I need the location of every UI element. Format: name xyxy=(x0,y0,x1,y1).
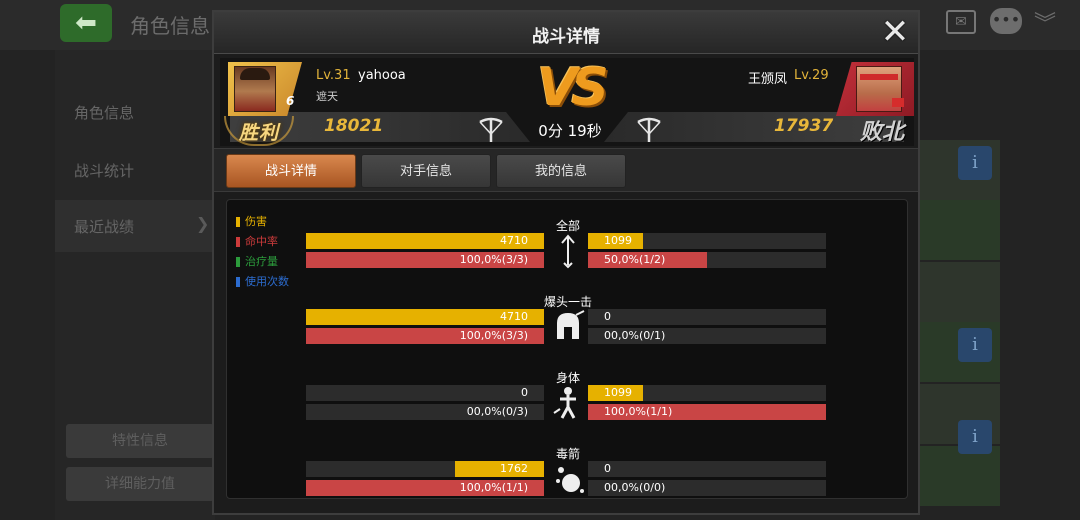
player-damage-bar-track: 4710 xyxy=(306,233,544,249)
mail-icon[interactable]: ✉ xyxy=(946,10,976,34)
player-avatar-hair xyxy=(240,68,270,80)
arrow-left-icon: ⬅ xyxy=(75,8,97,38)
victory-badge: 胜利 xyxy=(238,122,279,144)
opponent-hit-rate-bar-label: 50,0%(1/2) xyxy=(604,253,666,266)
player-damage-bar-track: 4710 xyxy=(306,309,544,325)
player-damage-bar-label: 4710 xyxy=(500,310,528,323)
opponent-hit-rate-bar-track: 50,0%(1/2) xyxy=(588,252,826,268)
poison-icon xyxy=(556,467,584,493)
opponent-damage-bar-label: 0 xyxy=(604,310,611,323)
background-record-row xyxy=(918,262,1000,322)
opponent-damage-bar-track: 1099 xyxy=(588,233,826,249)
collapse-chevron-icon[interactable]: ︾ xyxy=(1034,6,1056,38)
legend-item-healing: 治疗量 xyxy=(236,252,289,272)
crossbow-icon xyxy=(637,117,661,142)
player-damage-bar-track: 1762 xyxy=(306,461,544,477)
tab-opponent-info[interactable]: 对手信息 xyxy=(361,154,491,188)
legend-swatch xyxy=(236,217,240,227)
opponent-hit-rate-bar-track: 00,0%(0/0) xyxy=(588,480,826,496)
back-button[interactable]: ⬅ xyxy=(60,4,112,42)
versus-logo: VS xyxy=(537,58,609,118)
player-hit-rate-bar-label: 00,0%(0/3) xyxy=(466,405,528,418)
info-icon[interactable]: i xyxy=(958,420,992,454)
background-record-row xyxy=(918,446,1000,506)
player-damage-bar-label: 1762 xyxy=(500,462,528,475)
background-page-title: 角色信息 xyxy=(130,14,210,38)
legend-swatch xyxy=(236,257,240,267)
player-guild: 遮天 xyxy=(316,90,338,103)
opponent-damage-bar-label: 1099 xyxy=(604,386,632,399)
chat-icon[interactable]: ••• xyxy=(990,8,1022,34)
player-hit-rate-bar-track: 00,0%(0/3) xyxy=(306,404,544,420)
player-hit-rate-bar-label: 100,0%(3/3) xyxy=(459,329,528,342)
sidebar-item-role-info[interactable]: 角色信息 xyxy=(74,102,134,123)
opponent-damage-bar-label: 0 xyxy=(604,462,611,475)
legend-swatch xyxy=(236,237,240,247)
player-power: 18021 xyxy=(324,116,384,136)
opponent-power: 17937 xyxy=(774,116,834,136)
player-hit-rate-bar-track: 100,0%(3/3) xyxy=(306,328,544,344)
opponent-damage-bar-track: 0 xyxy=(588,309,826,325)
opponent-level: Lv.29 xyxy=(794,68,829,83)
player-damage-bar-track: 0 xyxy=(306,385,544,401)
player-hit-rate-bar-track: 100,0%(3/3) xyxy=(306,252,544,268)
legend-label: 命中率 xyxy=(245,235,278,248)
tab-my-info[interactable]: 我的信息 xyxy=(496,154,626,188)
opponent-hit-rate-bar-label: 00,0%(0/1) xyxy=(604,329,666,342)
opponent-hit-rate-bar-track: 00,0%(0/1) xyxy=(588,328,826,344)
player-hit-rate-bar-label: 100,0%(3/3) xyxy=(459,253,528,266)
opponent-hit-rate-bar-track: 100,0%(1/1) xyxy=(588,404,826,420)
opponent-hit-rate-bar-label: 100,0%(1/1) xyxy=(604,405,673,418)
opponent-damage-bar-track: 1099 xyxy=(588,385,826,401)
legend-label: 治疗量 xyxy=(245,255,278,268)
versus-panel: 6 胜利 Lv.31 yahooa 遮天 18021 VS 0分 19秒 王颁凤 xyxy=(220,58,914,146)
close-icon[interactable]: ✕ xyxy=(878,15,912,50)
background-record-row xyxy=(918,200,1000,260)
game-screen: ⬅ 角色信息 ✉ ••• ︾ 角色信息 战斗统计 最近战绩 ❯ 特性信息 详细能… xyxy=(0,0,1080,520)
legend-label: 伤害 xyxy=(245,215,267,228)
arrow-icon xyxy=(561,234,575,269)
section-title: 爆头一击 xyxy=(543,295,592,309)
defeat-badge: 败北 xyxy=(859,120,904,145)
chart-legend: 伤害 命中率 治疗量 使用次数 xyxy=(236,212,289,292)
info-icon[interactable]: i xyxy=(958,328,992,362)
legend-swatch xyxy=(236,277,240,287)
player-level: Lv.31 xyxy=(316,68,351,83)
legend-item-damage: 伤害 xyxy=(236,212,289,232)
battle-detail-dialog: 战斗详情 ✕ 6 胜利 Lv.31 yahooa 遮天 18021 VS 0分 … xyxy=(212,10,920,515)
crossbow-icon xyxy=(479,117,503,142)
opponent-damage-bar-track: 0 xyxy=(588,461,826,477)
opponent-avatar-headband xyxy=(860,74,898,80)
legend-item-use-count: 使用次数 xyxy=(236,272,289,292)
legend-item-hit-rate: 命中率 xyxy=(236,232,289,252)
body-hit-icon xyxy=(553,387,576,419)
sidebar-item-battle-stats[interactable]: 战斗统计 xyxy=(74,160,134,181)
opponent-hit-rate-bar-label: 00,0%(0/0) xyxy=(604,481,666,494)
player-damage-bar-label: 0 xyxy=(521,386,528,399)
trait-info-button[interactable]: 特性信息 xyxy=(66,424,214,458)
helmet-icon xyxy=(557,310,585,339)
info-icon[interactable]: i xyxy=(958,146,992,180)
legend-label: 使用次数 xyxy=(245,275,289,288)
player-rank-badge: 6 xyxy=(286,94,295,108)
opponent-name: 王颁凤 xyxy=(748,72,788,87)
tab-battle-detail[interactable]: 战斗详情 xyxy=(226,154,356,188)
player-hit-rate-bar-label: 100,0%(1/1) xyxy=(459,481,528,494)
section-title: 全部 xyxy=(555,219,580,233)
battle-duration: 0分 19秒 xyxy=(538,122,602,140)
section-title: 毒箭 xyxy=(555,447,580,461)
opponent-damage-bar-label: 1099 xyxy=(604,234,632,247)
player-hit-rate-bar-track: 100,0%(1/1) xyxy=(306,480,544,496)
dialog-header: 战斗详情 ✕ xyxy=(214,12,918,54)
section-title: 身体 xyxy=(555,371,580,385)
player-name: yahooa xyxy=(358,68,406,83)
dialog-title: 战斗详情 xyxy=(532,27,600,47)
detailed-ability-button[interactable]: 详细能力值 xyxy=(66,467,214,501)
player-damage-bar-label: 4710 xyxy=(500,234,528,247)
sidebar-item-recent-record[interactable]: 最近战绩 xyxy=(74,216,134,237)
flag-icon xyxy=(892,98,904,107)
chevron-right-icon: ❯ xyxy=(196,214,210,233)
